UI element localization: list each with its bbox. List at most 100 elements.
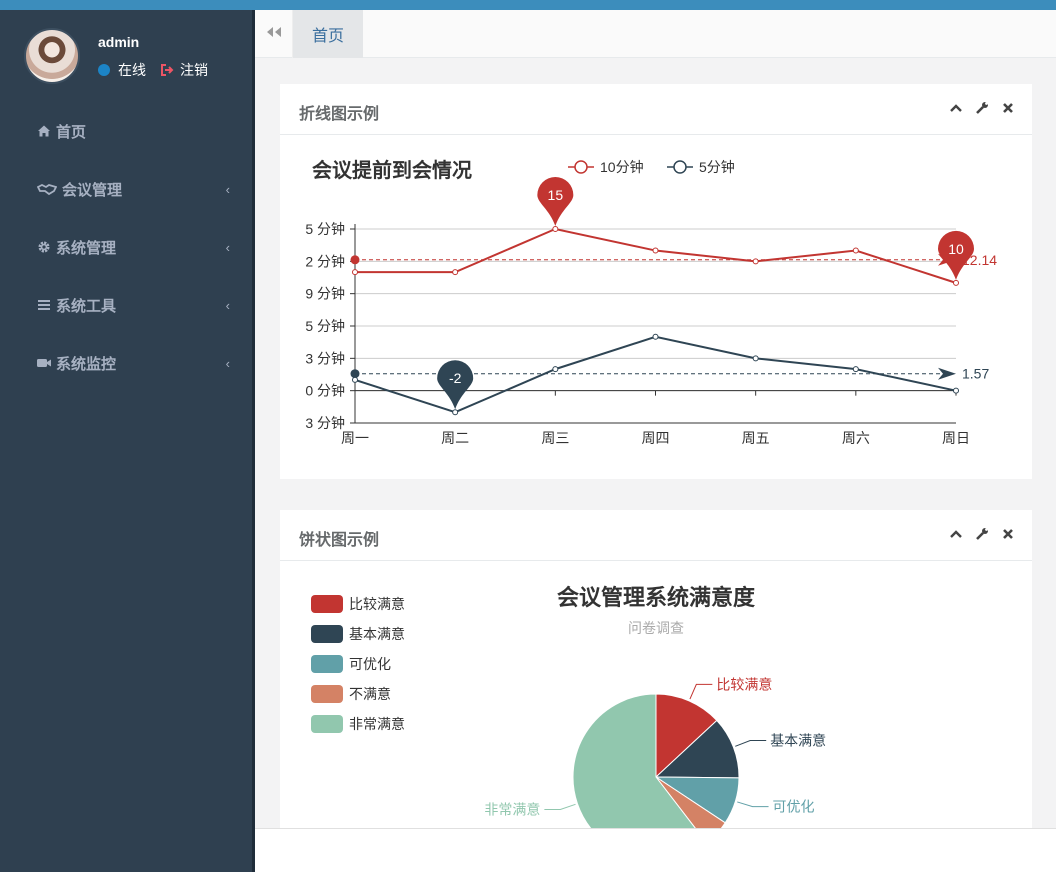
chevron-left-icon: ‹ (225, 182, 230, 197)
data-point (852, 366, 859, 373)
sidebar-item-system-monitor[interactable]: 系统监控 ‹ (6, 334, 252, 392)
pie-label-line (689, 683, 713, 700)
legend-swatch (311, 625, 343, 643)
data-point (953, 387, 959, 394)
marker-pin-label: 10 (948, 241, 964, 257)
collapse-icon[interactable] (948, 100, 964, 116)
sidebar-item-system-management[interactable]: 系统管理 ‹ (6, 218, 252, 276)
legend-swatch (311, 595, 343, 613)
chart-title: 会议管理系统满意度 (557, 585, 756, 610)
average-label: 1.57 (962, 366, 989, 382)
x-tick-label: 周四 (642, 430, 670, 446)
handshake-icon (36, 181, 58, 197)
sidebar-item-meeting-management[interactable]: 会议管理 ‹ (6, 160, 252, 218)
avatar[interactable] (24, 28, 80, 84)
data-point (752, 355, 759, 362)
tab-home[interactable]: 首页 (293, 10, 363, 58)
y-tick-label: 3 分钟 (305, 350, 345, 366)
series-line (355, 227, 957, 284)
close-icon[interactable] (1000, 526, 1016, 542)
pie-label-line (735, 740, 767, 747)
pie-label-line (544, 803, 576, 810)
chevron-left-icon: ‹ (225, 356, 230, 371)
pie-label: 比较满意 (716, 676, 772, 692)
wrench-icon[interactable] (974, 100, 990, 116)
video-camera-icon (36, 355, 52, 371)
data-point (352, 269, 358, 276)
legend-label: 5分钟 (699, 159, 735, 175)
data-point (652, 333, 659, 340)
legend-label: 10分钟 (600, 159, 644, 175)
legend-swatch (311, 715, 343, 733)
sidebar: admin 在线 注销 首页 会议管理 ‹ 系统管理 ‹ 系统工具 ‹ 系统监控… (6, 10, 252, 872)
marker-pin-label: 15 (548, 187, 564, 203)
sidebar-item-home[interactable]: 首页 (6, 102, 252, 160)
gear-icon (36, 239, 52, 255)
average-start-point (350, 369, 360, 379)
legend-label: 非常满意 (349, 716, 405, 732)
x-tick-label: 周一 (341, 430, 369, 446)
pie-label: 基本满意 (770, 733, 826, 749)
chevron-left-icon: ‹ (225, 240, 230, 255)
panel-title: 折线图示例 (299, 106, 380, 123)
y-tick-label: 0 分钟 (305, 383, 345, 399)
username[interactable]: admin (98, 34, 139, 50)
wrench-icon[interactable] (974, 526, 990, 542)
pie-label: 可优化 (773, 799, 815, 815)
x-tick-label: 周三 (541, 430, 569, 446)
x-tick-label: 周日 (942, 430, 970, 446)
data-point (452, 269, 459, 276)
y-tick-label: 9 分钟 (305, 286, 345, 302)
tab-scroll-left-button[interactable] (255, 10, 293, 58)
bars-icon (36, 297, 52, 313)
legend-marker (673, 160, 687, 174)
panel-tools (948, 100, 1016, 116)
collapse-icon[interactable] (948, 526, 964, 542)
footer-bar (255, 828, 1056, 872)
marker-pin-label: -2 (449, 370, 462, 386)
legend-label: 基本满意 (349, 626, 405, 642)
close-icon[interactable] (1000, 100, 1016, 116)
sidebar-item-label: 首页 (56, 123, 87, 141)
panel-tools (948, 526, 1016, 542)
y-tick-label: 2 分钟 (305, 253, 345, 269)
logout-icon[interactable] (160, 63, 174, 77)
average-arrow (938, 367, 956, 380)
pie-chart-panel: 饼状图示例 会议管理系统满意度 问卷调查 比较满意 基本满意 可优化 不满意 非常满意 比较满… (280, 510, 1032, 828)
double-left-arrow-icon (266, 25, 282, 43)
pie-chart: 会议管理系统满意度问卷调查比较满意基本满意可优化不满意非常满意比较满意基本满意可… (311, 585, 826, 828)
legend-swatch (311, 655, 343, 673)
data-point (752, 258, 759, 265)
legend-marker (574, 160, 588, 174)
sidebar-item-label: 系统工具 (56, 297, 117, 315)
user-status-row: 在线 注销 (98, 60, 208, 80)
legend-label: 可优化 (349, 656, 391, 672)
home-icon (36, 123, 52, 139)
chart-title: 会议提前到会情况 (312, 158, 472, 182)
sidebar-item-system-tools[interactable]: 系统工具 ‹ (6, 276, 252, 334)
sidebar-item-label: 系统管理 (56, 239, 117, 257)
line-chart-panel: 折线图示例 会议提前到会情况 10分钟 5分钟 5 分钟 2 分钟 9 分钟 5 分钟 3 分… (280, 84, 1032, 479)
pie-label-line (737, 801, 769, 808)
y-tick-label: 5 分钟 (305, 318, 345, 334)
sidebar-item-label: 系统监控 (56, 355, 117, 373)
chevron-left-icon: ‹ (225, 298, 230, 313)
top-accent-bar (0, 0, 1056, 10)
data-point (552, 366, 559, 373)
y-tick-label: 3 分钟 (305, 415, 345, 431)
sidebar-item-label: 会议管理 (62, 181, 123, 199)
data-point (953, 279, 959, 286)
line-chart: 会议提前到会情况 10分钟 5分钟 5 分钟 2 分钟 9 分钟 5 分钟 3 分钟 0 分钟 3… (305, 158, 997, 446)
sidebar-menu: 首页 会议管理 ‹ 系统管理 ‹ 系统工具 ‹ 系统监控 ‹ (6, 102, 252, 392)
legend-label: 比较满意 (349, 596, 405, 612)
panel-title: 饼状图示例 (299, 532, 380, 549)
pie-label: 非常满意 (484, 801, 540, 817)
logout-link[interactable]: 注销 (180, 60, 208, 80)
x-tick-label: 周五 (742, 430, 770, 446)
panel-header: 饼状图示例 (280, 510, 1032, 561)
data-point (452, 409, 459, 416)
legend-label: 不满意 (349, 686, 391, 702)
average-start-point (350, 255, 360, 265)
legend-swatch (311, 685, 343, 703)
data-point (552, 226, 559, 232)
